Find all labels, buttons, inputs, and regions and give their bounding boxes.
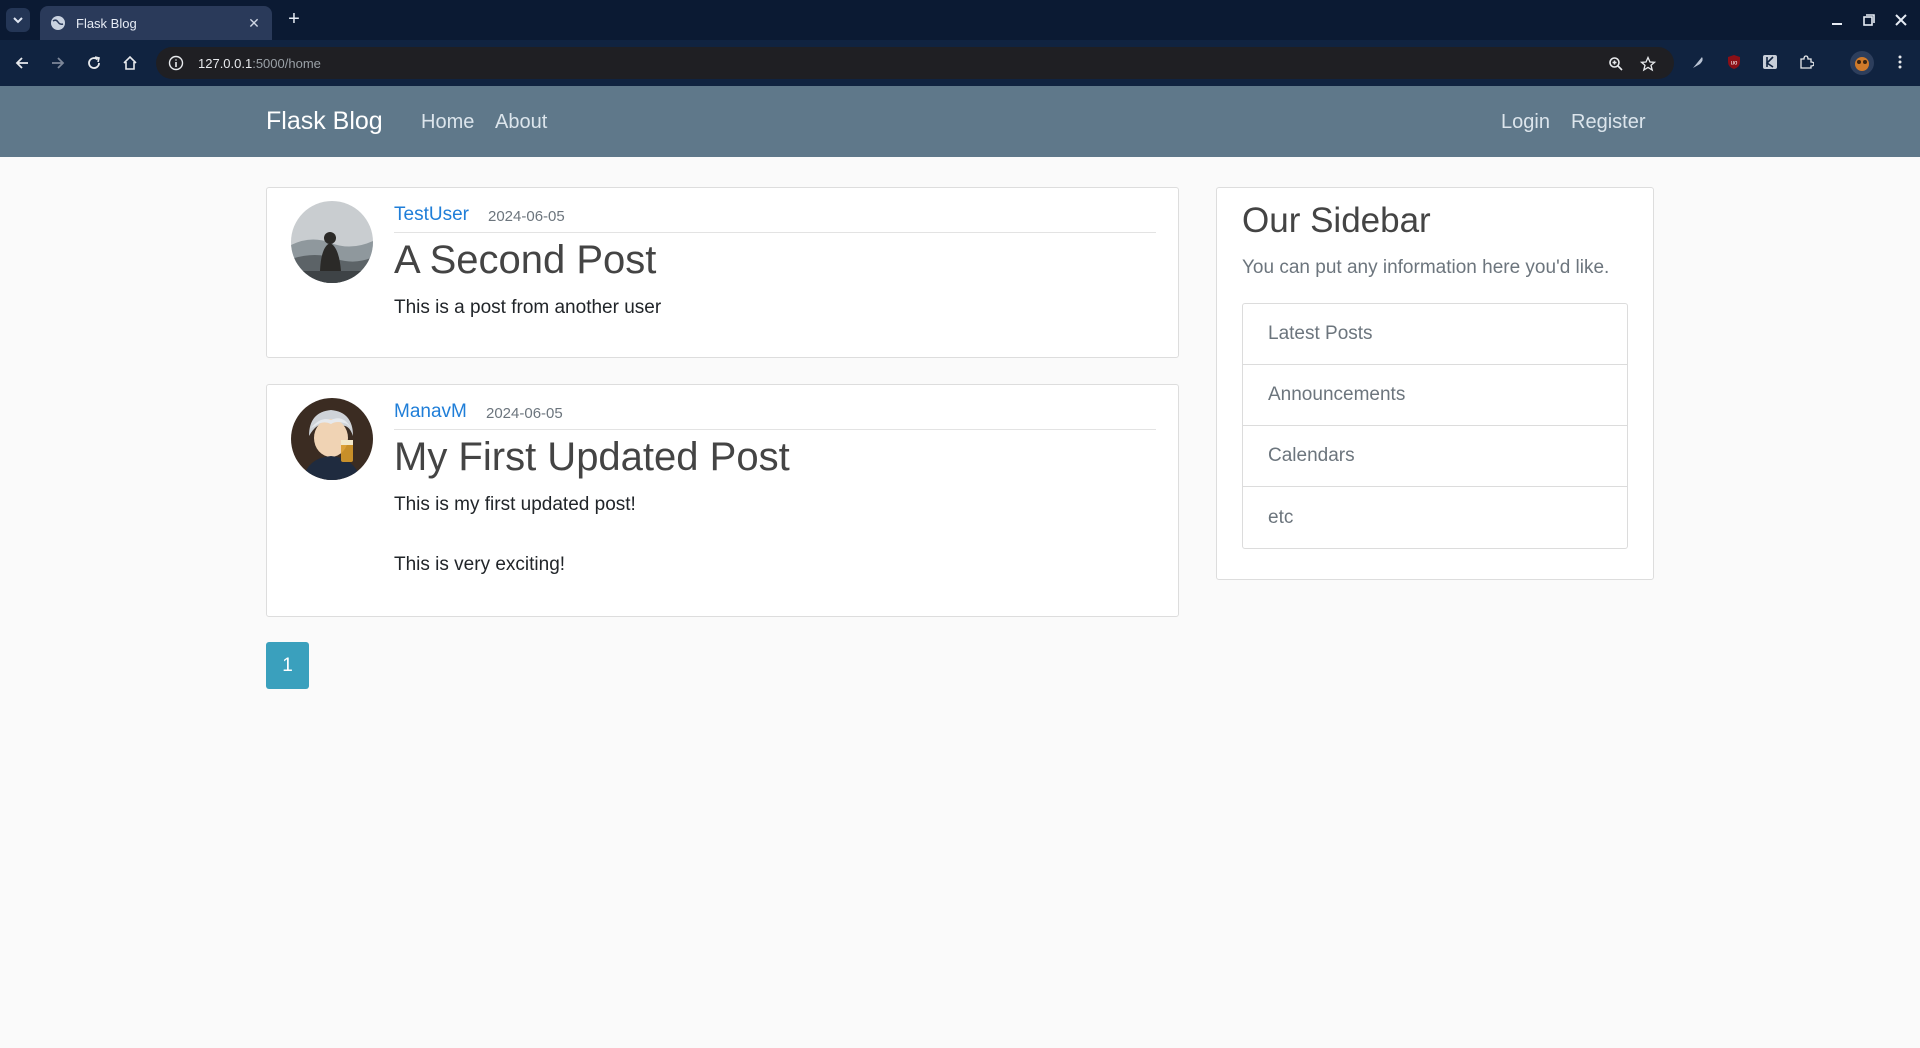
- url-path: :5000/home: [252, 55, 321, 71]
- sidebar-list: Latest Posts Announcements Calendars etc: [1242, 303, 1628, 549]
- post-content-line: This is very exciting!: [394, 554, 566, 575]
- nav-link-about[interactable]: About: [495, 111, 547, 134]
- browser-toolbar: 127.0.0.1:5000/home uo: [0, 40, 1920, 86]
- post-title[interactable]: A Second Post: [394, 238, 656, 283]
- post-content-line: This is my first updated post!: [394, 494, 636, 515]
- author-avatar[interactable]: [291, 398, 373, 480]
- puzzle-icon: [1800, 55, 1814, 69]
- more-vertical-icon: [1898, 55, 1902, 69]
- close-window-button[interactable]: [1891, 10, 1911, 30]
- restore-button[interactable]: [1859, 10, 1879, 30]
- feather-icon: [1693, 57, 1703, 68]
- restore-icon: [1863, 14, 1875, 26]
- reload-icon: [88, 56, 100, 69]
- site-navbar: Flask Blog Home About Login Register: [0, 86, 1920, 157]
- globe-icon: [51, 16, 65, 30]
- sidebar-item-calendars[interactable]: Calendars: [1243, 426, 1627, 487]
- bookmark-button[interactable]: [1638, 54, 1658, 74]
- close-icon: [1895, 14, 1907, 26]
- tab-list-button[interactable]: [6, 8, 30, 32]
- author-avatar[interactable]: [291, 201, 373, 283]
- user-avatar-image: [291, 398, 373, 480]
- sidebar-subtitle: You can put any information here you'd l…: [1242, 257, 1610, 278]
- chevron-down-icon: [13, 17, 23, 24]
- post-date: 2024-06-05: [486, 405, 563, 422]
- extension-feather-button[interactable]: [1688, 52, 1708, 72]
- site-info-icon[interactable]: [168, 55, 184, 71]
- zoom-button[interactable]: [1606, 54, 1626, 74]
- arrow-left-icon: [15, 57, 28, 69]
- sidebar-title: Our Sidebar: [1242, 201, 1431, 240]
- svg-text:uo: uo: [1731, 61, 1738, 67]
- url-host: 127.0.0.1: [198, 55, 253, 71]
- close-tab-icon[interactable]: ✕: [246, 15, 262, 32]
- new-tab-button[interactable]: +: [282, 8, 306, 32]
- meta-divider: [394, 232, 1156, 233]
- zoom-icon: [1609, 57, 1623, 71]
- sidebar-item-etc[interactable]: etc: [1243, 487, 1627, 548]
- pagination-page-1[interactable]: 1: [266, 642, 309, 689]
- post-content: This is a post from another user: [394, 297, 662, 318]
- star-icon: [1640, 56, 1656, 72]
- reload-button[interactable]: [83, 52, 105, 74]
- nav-link-home[interactable]: Home: [421, 111, 474, 134]
- profile-avatar[interactable]: [1850, 51, 1874, 75]
- nav-link-register[interactable]: Register: [1571, 111, 1645, 134]
- post-date: 2024-06-05: [488, 208, 565, 225]
- browser-tab[interactable]: Flask Blog ✕: [40, 6, 272, 40]
- arrow-right-icon: [52, 57, 65, 69]
- home-button[interactable]: [119, 52, 141, 74]
- ublock-shield-icon: uo: [1728, 55, 1740, 69]
- forward-button[interactable]: [47, 52, 69, 74]
- minimize-button[interactable]: [1827, 10, 1847, 30]
- sidebar-item-latest-posts[interactable]: Latest Posts: [1243, 304, 1627, 365]
- meta-divider: [394, 429, 1156, 430]
- k-square-icon: [1763, 55, 1777, 69]
- browser-menu-button[interactable]: [1890, 52, 1910, 72]
- browser-tab-bar: Flask Blog ✕ +: [0, 0, 1920, 40]
- home-icon: [123, 55, 137, 70]
- extensions-button[interactable]: [1796, 52, 1816, 72]
- sidebar-item-announcements[interactable]: Announcements: [1243, 365, 1627, 426]
- author-link[interactable]: ManavM: [394, 401, 467, 423]
- user-avatar-image: [291, 201, 373, 283]
- post-title[interactable]: My First Updated Post: [394, 435, 790, 480]
- post-card: TestUser 2024-06-05 A Second Post This i…: [266, 187, 1179, 358]
- brand-link[interactable]: Flask Blog: [266, 107, 383, 136]
- minimize-icon: [1832, 23, 1842, 25]
- profile-avatar-icon: [1855, 57, 1869, 71]
- sidebar: Our Sidebar You can put any information …: [1216, 187, 1654, 580]
- extension-ublock-button[interactable]: uo: [1724, 52, 1744, 72]
- back-button[interactable]: [11, 52, 33, 74]
- nav-link-login[interactable]: Login: [1501, 111, 1550, 134]
- post-card: ManavM 2024-06-05 My First Updated Post …: [266, 384, 1179, 617]
- author-link[interactable]: TestUser: [394, 204, 469, 226]
- extension-k-button[interactable]: [1760, 52, 1780, 72]
- address-bar[interactable]: 127.0.0.1:5000/home: [156, 47, 1674, 79]
- tab-title: Flask Blog: [76, 15, 137, 31]
